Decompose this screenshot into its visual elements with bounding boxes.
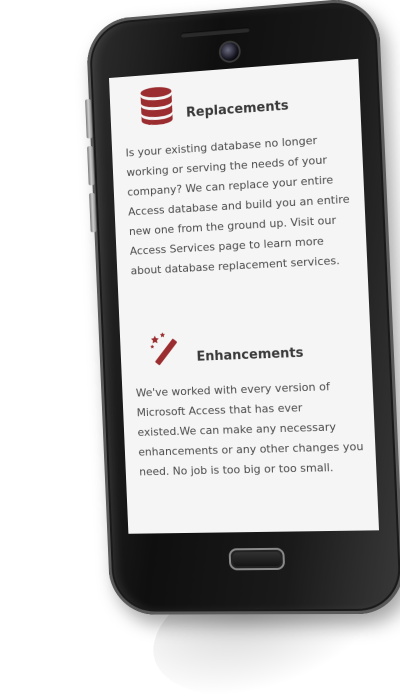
enhancements-body: We've worked with every version of Micro… xyxy=(135,380,364,479)
enhancements-section: Enhancements We've worked with every ver… xyxy=(133,323,366,482)
enhancements-header: Enhancements xyxy=(149,323,362,371)
stage: Replacements Is your existing database n… xyxy=(0,0,400,696)
magic-wand-icon xyxy=(149,330,186,371)
earpiece-speaker xyxy=(180,27,250,38)
power-button[interactable] xyxy=(89,192,97,233)
volume-up-button[interactable] xyxy=(85,99,93,139)
replacements-section: Replacements Is your existing database n… xyxy=(123,72,357,282)
replacements-body: Is your existing database no longer work… xyxy=(125,133,350,278)
phone-device: Replacements Is your existing database n… xyxy=(85,0,400,615)
enhancements-title: Enhancements xyxy=(196,345,304,365)
database-icon xyxy=(138,85,175,131)
front-camera-icon xyxy=(220,42,240,62)
phone-screen: Replacements Is your existing database n… xyxy=(108,58,380,534)
replacements-header: Replacements xyxy=(138,72,350,131)
volume-down-button[interactable] xyxy=(87,145,95,186)
replacements-title: Replacements xyxy=(185,97,289,121)
home-button[interactable] xyxy=(228,547,286,571)
